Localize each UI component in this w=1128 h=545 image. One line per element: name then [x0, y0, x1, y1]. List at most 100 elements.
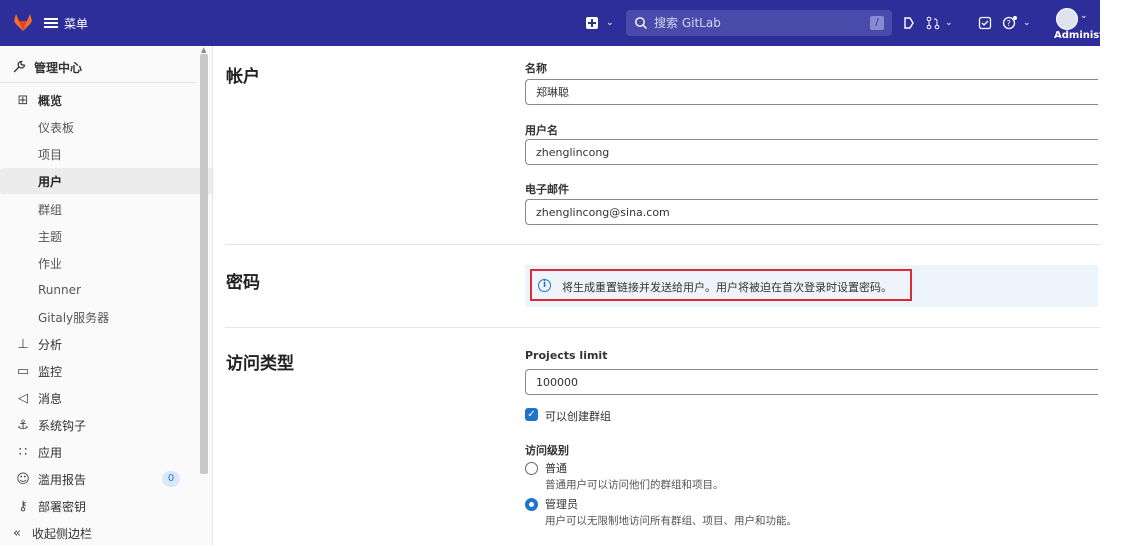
- sidebar-item-label: 主题: [38, 229, 63, 244]
- sidebar-item-monitoring[interactable]: ▭ 监控: [0, 358, 190, 384]
- gitlab-logo-icon[interactable]: [12, 11, 34, 33]
- projects-limit-label: Projects limit: [525, 349, 608, 362]
- username-label: 用户名: [525, 124, 558, 137]
- key-icon: ⚷: [18, 498, 28, 514]
- admin-sidebar: 管理中心 ⊞ 概览 仪表板 项目 用户 群组 主题 作业 Runner Gital…: [0, 46, 213, 545]
- sidebar-item-label: 监控: [38, 364, 63, 379]
- email-field[interactable]: [525, 199, 1098, 225]
- todos-button[interactable]: [978, 14, 992, 32]
- search-input[interactable]: [652, 15, 866, 31]
- issues-button[interactable]: [902, 14, 916, 32]
- sidebar-item-groups[interactable]: 群组: [0, 196, 212, 222]
- wrench-icon: [13, 60, 26, 73]
- access-level-regular-help: 普通用户可以访问他们的群组和项目。: [545, 479, 724, 491]
- chevron-down-icon: ⌄: [1023, 18, 1031, 28]
- can-create-group-label: 可以创建群组: [545, 410, 611, 423]
- sidebar-item-jobs[interactable]: 作业: [0, 250, 212, 276]
- sidebar-item-label: 概览: [38, 93, 63, 108]
- smiley-icon: ☺: [16, 471, 30, 487]
- name-field[interactable]: [525, 79, 1098, 105]
- sidebar-item-applications[interactable]: ∷ 应用: [0, 439, 190, 465]
- collapse-icon: «: [13, 525, 21, 541]
- sidebar-item-runners[interactable]: Runner: [0, 277, 212, 303]
- sidebar-item-label: 收起侧边栏: [32, 526, 93, 541]
- chevron-down-icon: ⌄: [1080, 11, 1088, 21]
- analytics-icon: ⊥: [17, 336, 29, 352]
- access-level-regular-radio[interactable]: [525, 462, 538, 475]
- sidebar-item-label: 系统钩子: [38, 418, 87, 433]
- todo-checkbox-icon: [978, 16, 992, 30]
- section-divider: [225, 327, 1100, 328]
- user-menu-button[interactable]: ⌄ Administr: [1054, 8, 1109, 44]
- help-button[interactable]: ? ⌄: [1002, 14, 1031, 32]
- access-section-title: 访问类型: [226, 354, 294, 374]
- menu-label: 菜单: [64, 16, 89, 31]
- sidebar-item-label: 滥用报告: [38, 472, 87, 487]
- sidebar-item-label: 应用: [38, 445, 63, 460]
- projects-limit-field[interactable]: [525, 369, 1098, 395]
- apps-icon: ∷: [18, 444, 28, 460]
- access-level-regular-label: 普通: [545, 462, 567, 475]
- hamburger-icon: [44, 18, 58, 28]
- top-navbar: 菜单 ⌄ / ⌄ ? ⌄ ⌄ Administr: [0, 0, 1109, 46]
- merge-request-icon: [926, 16, 940, 30]
- new-dropdown-button[interactable]: ⌄: [586, 12, 614, 34]
- chevron-down-icon: ⌄: [945, 18, 953, 28]
- name-label: 名称: [525, 62, 547, 75]
- sidebar-item-users[interactable]: 用户: [0, 168, 212, 194]
- sidebar-header[interactable]: 管理中心: [0, 52, 196, 83]
- sidebar-item-label: Runner: [38, 283, 81, 297]
- info-icon: i: [538, 279, 551, 292]
- access-level-admin-radio[interactable]: [525, 498, 538, 511]
- search-box[interactable]: /: [626, 10, 892, 36]
- sidebar-item-system-hooks[interactable]: ⚓ 系统钩子: [0, 412, 190, 438]
- sidebar-item-overview[interactable]: ⊞ 概览: [0, 87, 190, 113]
- can-create-group-checkbox[interactable]: ✓: [525, 408, 538, 421]
- svg-text:?: ?: [1007, 19, 1011, 28]
- megaphone-icon: ◁: [18, 390, 28, 406]
- sidebar-item-label: 消息: [38, 391, 63, 406]
- anchor-icon: ⚓: [17, 417, 29, 433]
- sidebar-header-title: 管理中心: [34, 60, 83, 75]
- search-shortcut-key: /: [870, 16, 884, 30]
- access-level-label: 访问级别: [525, 444, 569, 457]
- sidebar-item-topics[interactable]: 主题: [0, 223, 212, 249]
- username-field[interactable]: [525, 139, 1098, 165]
- avatar: [1056, 8, 1078, 30]
- sidebar-item-gitaly-servers[interactable]: Gitaly服务器: [0, 304, 212, 330]
- monitor-icon: ▭: [16, 363, 30, 379]
- sidebar-item-label: 分析: [38, 337, 63, 352]
- sidebar-item-label: Gitaly服务器: [38, 310, 110, 325]
- help-icon: ?: [1002, 16, 1017, 30]
- user-name: Administr: [1054, 30, 1109, 41]
- sidebar-item-label: 用户: [38, 174, 63, 189]
- collapse-sidebar-button[interactable]: « 收起侧边栏: [0, 520, 190, 545]
- sidebar-item-projects[interactable]: 项目: [0, 141, 212, 167]
- sidebar-scrollbar[interactable]: [200, 54, 208, 474]
- sidebar-item-label: 仪表板: [38, 120, 75, 135]
- menu-button[interactable]: 菜单: [44, 12, 88, 34]
- count-badge: 0: [162, 471, 180, 487]
- overview-icon: ⊞: [17, 92, 29, 108]
- plus-square-icon: [586, 17, 598, 29]
- password-alert-text: 将生成重置链接并发送给用户。用户将被迫在首次登录时设置密码。: [562, 281, 892, 294]
- issues-icon: [904, 17, 914, 29]
- sidebar-item-abuse-reports[interactable]: ☺ 滥用报告 0: [0, 466, 190, 492]
- sidebar-item-messages[interactable]: ◁ 消息: [0, 385, 190, 411]
- sidebar-item-label: 作业: [38, 256, 63, 271]
- chevron-down-icon: ⌄: [606, 18, 614, 28]
- account-section-title: 帐户: [226, 67, 260, 87]
- sidebar-item-analytics[interactable]: ⊥ 分析: [0, 331, 190, 357]
- section-divider: [225, 244, 1100, 245]
- sidebar-item-label: 群组: [38, 202, 63, 217]
- sidebar-item-dashboard[interactable]: 仪表板: [0, 114, 212, 140]
- sidebar-item-deploy-keys[interactable]: ⚷ 部署密钥: [0, 493, 190, 519]
- access-level-admin-label: 管理员: [545, 498, 578, 511]
- email-label: 电子邮件: [525, 183, 569, 196]
- merge-requests-button[interactable]: ⌄: [926, 14, 953, 32]
- sidebar-item-label: 部署密钥: [38, 499, 87, 514]
- sidebar-item-label: 项目: [38, 147, 63, 162]
- search-icon: [635, 17, 647, 29]
- scroll-up-arrow[interactable]: ▲: [201, 46, 206, 54]
- password-section-title: 密码: [226, 273, 260, 293]
